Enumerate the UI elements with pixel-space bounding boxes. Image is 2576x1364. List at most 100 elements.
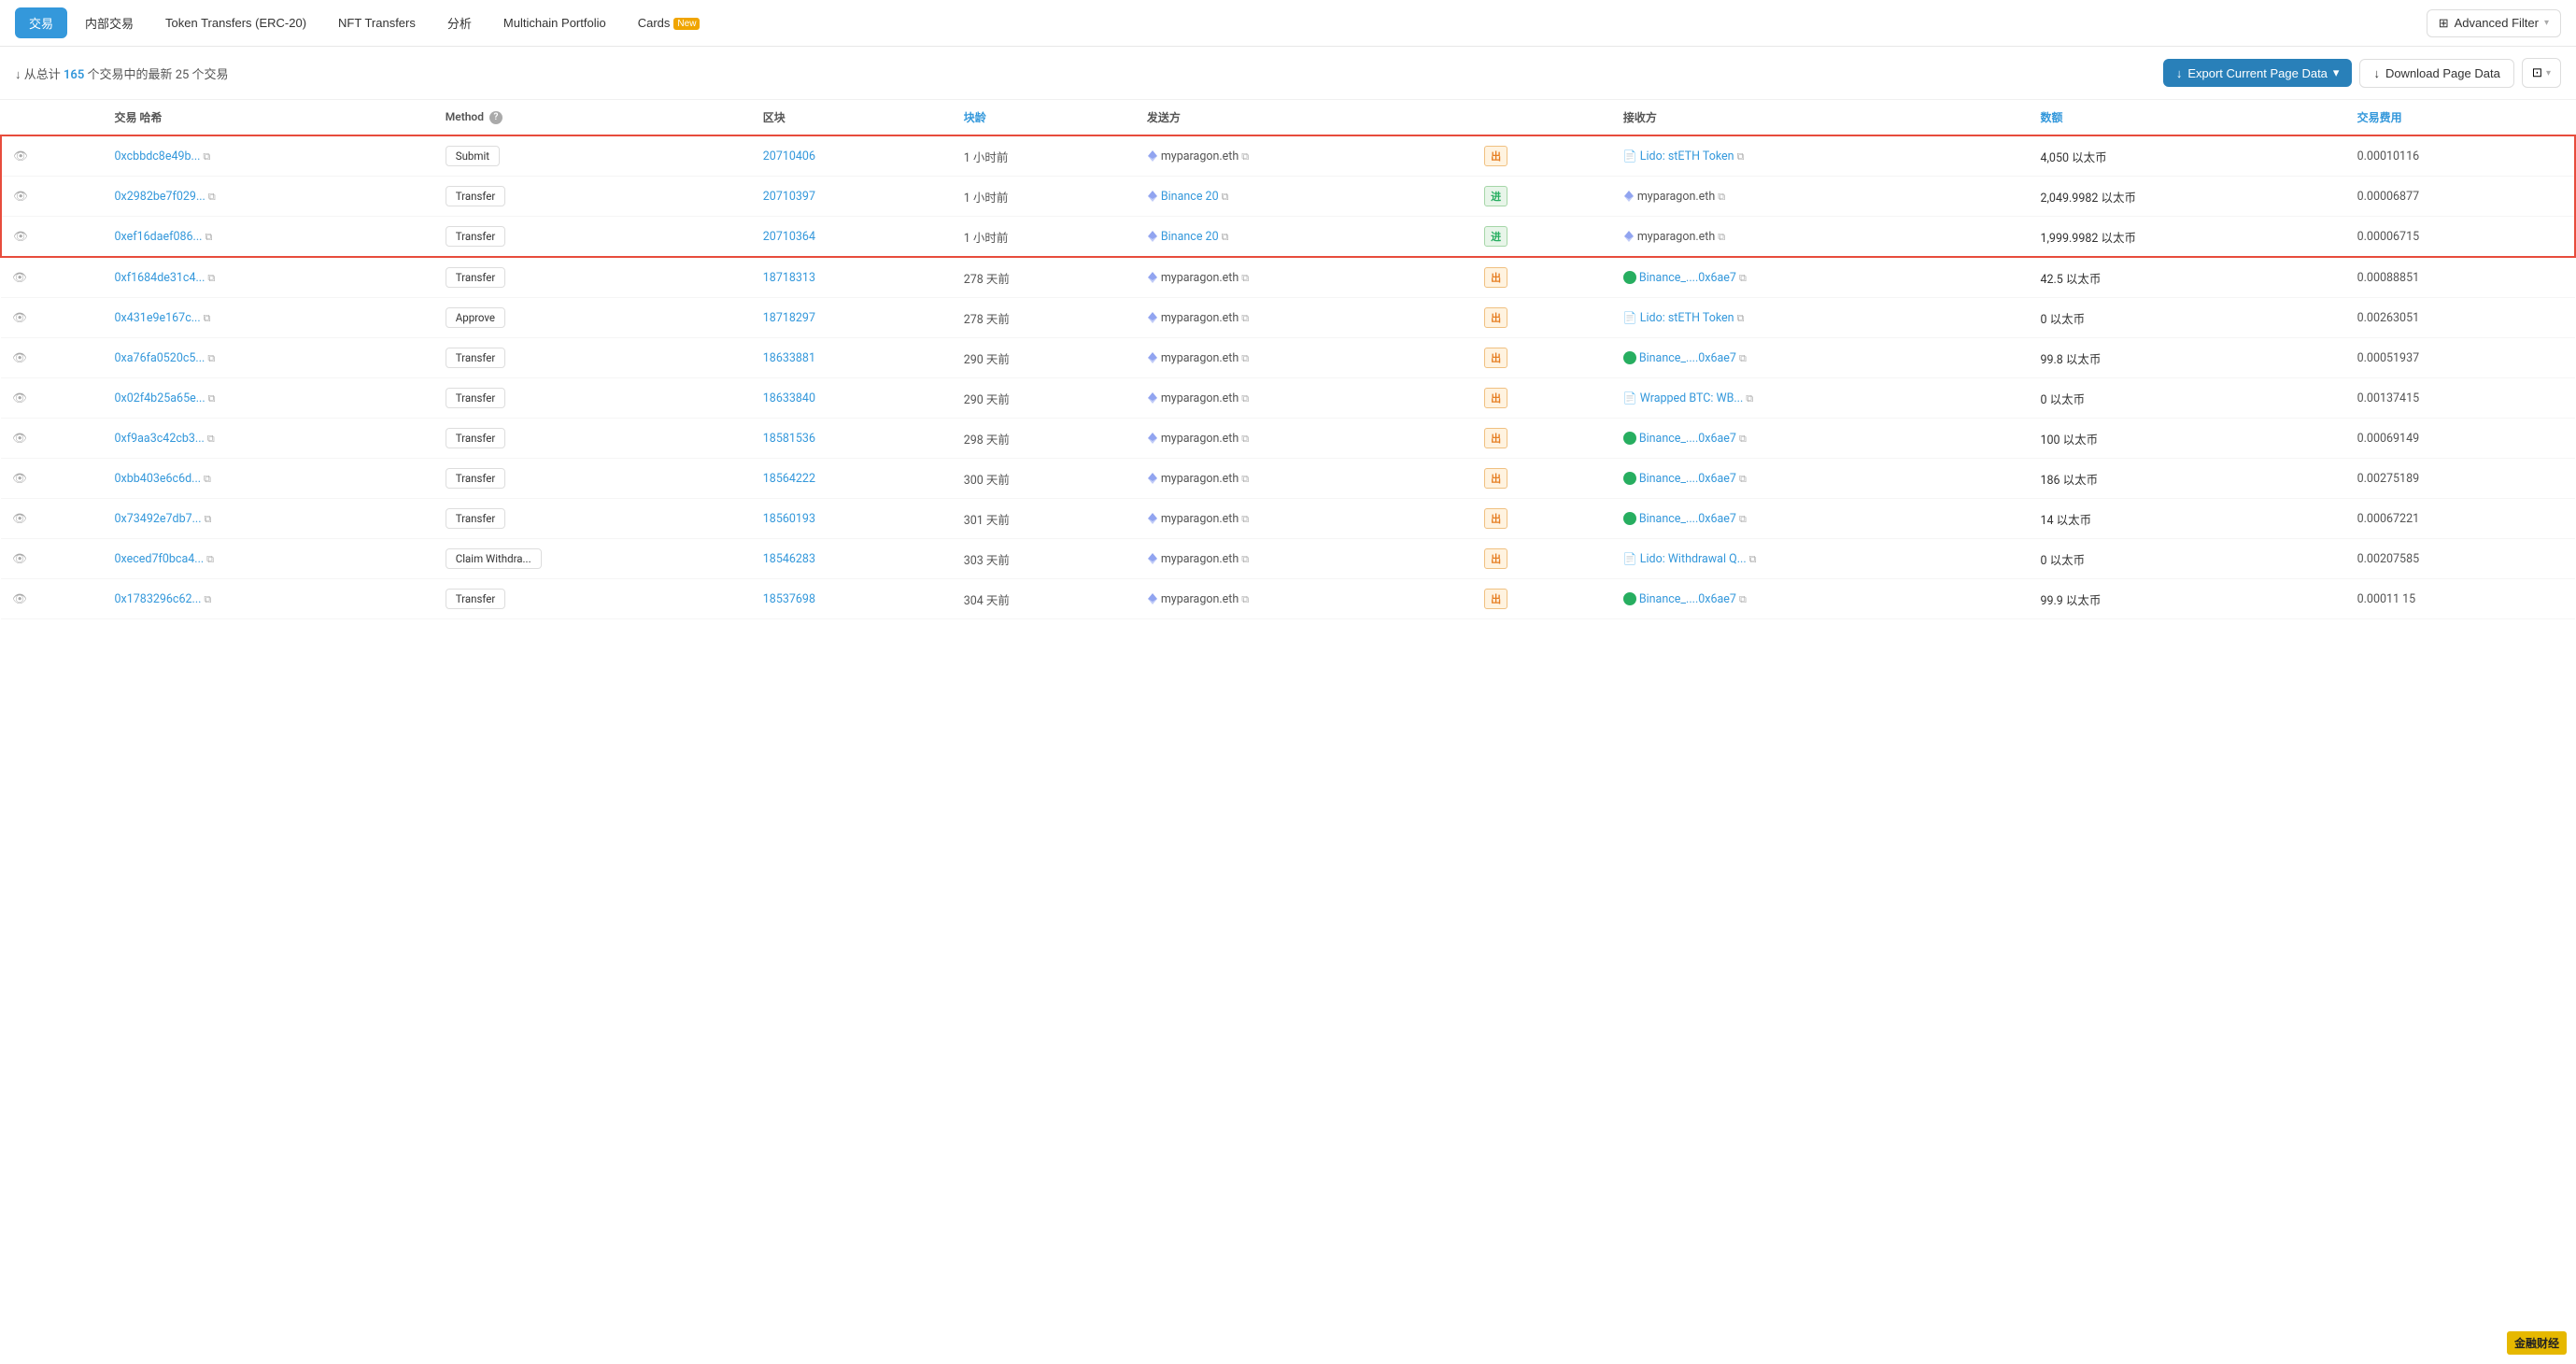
copy-icon[interactable]: ⧉ — [1241, 593, 1249, 605]
eye-icon[interactable]: 👁 — [12, 271, 27, 285]
method-help-icon[interactable]: ? — [489, 111, 502, 124]
block-link[interactable]: 18564222 — [763, 472, 815, 486]
copy-icon[interactable]: ⧉ — [1749, 553, 1757, 565]
copy-icon[interactable]: ⧉ — [1739, 433, 1747, 445]
copy-icon[interactable]: ⧉ — [1241, 392, 1249, 405]
copy-icon[interactable]: ⧉ — [207, 433, 215, 445]
copy-icon[interactable]: ⧉ — [205, 231, 212, 243]
eye-icon[interactable]: 👁 — [13, 190, 28, 204]
copy-icon[interactable]: ⧉ — [1737, 150, 1745, 163]
receiver-label[interactable]: Lido: stETH Token — [1640, 311, 1734, 325]
copy-icon[interactable]: ⧉ — [1241, 433, 1249, 445]
nav-tab-交易[interactable]: 交易 — [15, 7, 67, 38]
method-badge[interactable]: Transfer — [446, 468, 506, 489]
eye-icon[interactable]: 👁 — [12, 311, 27, 325]
tx-hash-link[interactable]: 0xbb403e6c6d... — [115, 472, 202, 486]
receiver-label[interactable]: Lido: Withdrawal Q... — [1640, 552, 1747, 566]
block-link[interactable]: 18537698 — [763, 592, 815, 606]
tx-hash-link[interactable]: 0xcbbdc8e49b... — [115, 149, 201, 163]
copy-icon[interactable]: ⧉ — [1241, 473, 1249, 485]
copy-icon[interactable]: ⧉ — [1737, 312, 1745, 324]
copy-icon[interactable]: ⧉ — [208, 191, 216, 203]
copy-icon[interactable]: ⧉ — [1739, 473, 1747, 485]
receiver-label[interactable]: Binance_....0x6ae7 — [1639, 351, 1736, 365]
method-badge[interactable]: Transfer — [446, 428, 506, 448]
method-badge[interactable]: Approve — [446, 307, 505, 328]
copy-icon[interactable]: ⧉ — [1241, 150, 1249, 163]
advanced-filter-button[interactable]: ⊞ Advanced Filter ▾ — [2427, 9, 2561, 37]
copy-icon[interactable]: ⧉ — [203, 150, 210, 163]
receiver-label[interactable]: Binance_....0x6ae7 — [1639, 512, 1736, 526]
method-badge[interactable]: Transfer — [446, 186, 506, 206]
copy-icon[interactable]: ⧉ — [1241, 553, 1249, 565]
receiver-label[interactable]: Binance_....0x6ae7 — [1639, 432, 1736, 446]
receiver-label[interactable]: Binance_....0x6ae7 — [1639, 472, 1736, 486]
tx-hash-link[interactable]: 0xeced7f0bca4... — [115, 552, 205, 566]
eye-icon[interactable]: 👁 — [12, 592, 27, 606]
copy-icon[interactable]: ⧉ — [1241, 312, 1249, 324]
eye-icon[interactable]: 👁 — [12, 391, 27, 405]
copy-icon[interactable]: ⧉ — [207, 352, 215, 364]
copy-icon[interactable]: ⧉ — [204, 593, 211, 605]
method-badge[interactable]: Transfer — [446, 388, 506, 408]
tx-hash-link[interactable]: 0xf1684de31c4... — [115, 271, 205, 285]
nav-tab-Cards[interactable]: CardsNew — [624, 9, 715, 36]
copy-icon[interactable]: ⧉ — [204, 312, 211, 324]
copy-icon[interactable]: ⧉ — [1718, 231, 1725, 243]
tx-hash-link[interactable]: 0xa76fa0520c5... — [115, 351, 205, 365]
nav-tab-NFT Transfers[interactable]: NFT Transfers — [324, 9, 430, 36]
copy-icon[interactable]: ⧉ — [205, 513, 212, 525]
nav-tab-内部交易[interactable]: 内部交易 — [71, 7, 148, 38]
block-link[interactable]: 20710406 — [763, 149, 815, 163]
tx-hash-link[interactable]: 0x1783296c62... — [115, 592, 202, 606]
method-badge[interactable]: Transfer — [446, 348, 506, 368]
block-link[interactable]: 20710364 — [763, 230, 815, 244]
copy-icon[interactable]: ⧉ — [206, 553, 214, 565]
copy-icon[interactable]: ⧉ — [1739, 513, 1747, 525]
block-link[interactable]: 18633840 — [763, 391, 815, 405]
eye-icon[interactable]: 👁 — [12, 432, 27, 446]
block-link[interactable]: 20710397 — [763, 190, 815, 204]
nav-tab-分析[interactable]: 分析 — [433, 7, 486, 38]
nav-tab-Multichain Portfolio[interactable]: Multichain Portfolio — [489, 9, 620, 36]
tx-hash-link[interactable]: 0xf9aa3c42cb3... — [115, 432, 205, 446]
tx-hash-link[interactable]: 0x2982be7f029... — [115, 190, 205, 204]
eye-icon[interactable]: 👁 — [13, 230, 28, 244]
copy-icon[interactable]: ⧉ — [1739, 593, 1747, 605]
block-link[interactable]: 18546283 — [763, 552, 815, 566]
copy-icon[interactable]: ⧉ — [207, 272, 215, 284]
sender-label[interactable]: Binance 20 — [1161, 230, 1219, 244]
tx-hash-link[interactable]: 0x73492e7db7... — [115, 512, 202, 526]
copy-icon[interactable]: ⧉ — [208, 392, 216, 405]
eye-icon[interactable]: 👁 — [12, 552, 27, 566]
receiver-label[interactable]: Lido: stETH Token — [1640, 149, 1734, 163]
copy-icon[interactable]: ⧉ — [204, 473, 211, 485]
eye-icon[interactable]: 👁 — [12, 351, 27, 365]
receiver-label[interactable]: Binance_....0x6ae7 — [1639, 271, 1736, 285]
block-link[interactable]: 18633881 — [763, 351, 815, 365]
copy-icon[interactable]: ⧉ — [1241, 352, 1249, 364]
tx-hash-link[interactable]: 0x431e9e167c... — [115, 311, 201, 325]
copy-icon[interactable]: ⧉ — [1739, 272, 1747, 284]
nav-tab-Token Transfers (ERC-20)[interactable]: Token Transfers (ERC-20) — [151, 9, 320, 36]
block-link[interactable]: 18718313 — [763, 271, 815, 285]
method-badge[interactable]: Transfer — [446, 267, 506, 288]
eye-icon[interactable]: 👁 — [12, 512, 27, 526]
eye-icon[interactable]: 👁 — [13, 149, 28, 163]
method-badge[interactable]: Claim Withdra... — [446, 548, 542, 569]
sender-label[interactable]: Binance 20 — [1161, 190, 1219, 204]
filter-button[interactable]: ⊡ ▾ — [2522, 58, 2561, 88]
copy-icon[interactable]: ⧉ — [1241, 272, 1249, 284]
method-badge[interactable]: Transfer — [446, 508, 506, 529]
copy-icon[interactable]: ⧉ — [1746, 392, 1753, 405]
block-link[interactable]: 18718297 — [763, 311, 815, 325]
tx-hash-link[interactable]: 0xef16daef086... — [115, 230, 203, 244]
block-link[interactable]: 18560193 — [763, 512, 815, 526]
receiver-label[interactable]: Wrapped BTC: WB... — [1640, 391, 1744, 405]
copy-icon[interactable]: ⧉ — [1222, 231, 1229, 243]
tx-hash-link[interactable]: 0x02f4b25a65e... — [115, 391, 205, 405]
copy-icon[interactable]: ⧉ — [1718, 191, 1725, 203]
block-link[interactable]: 18581536 — [763, 432, 815, 446]
copy-icon[interactable]: ⧉ — [1241, 513, 1249, 525]
copy-icon[interactable]: ⧉ — [1739, 352, 1747, 364]
